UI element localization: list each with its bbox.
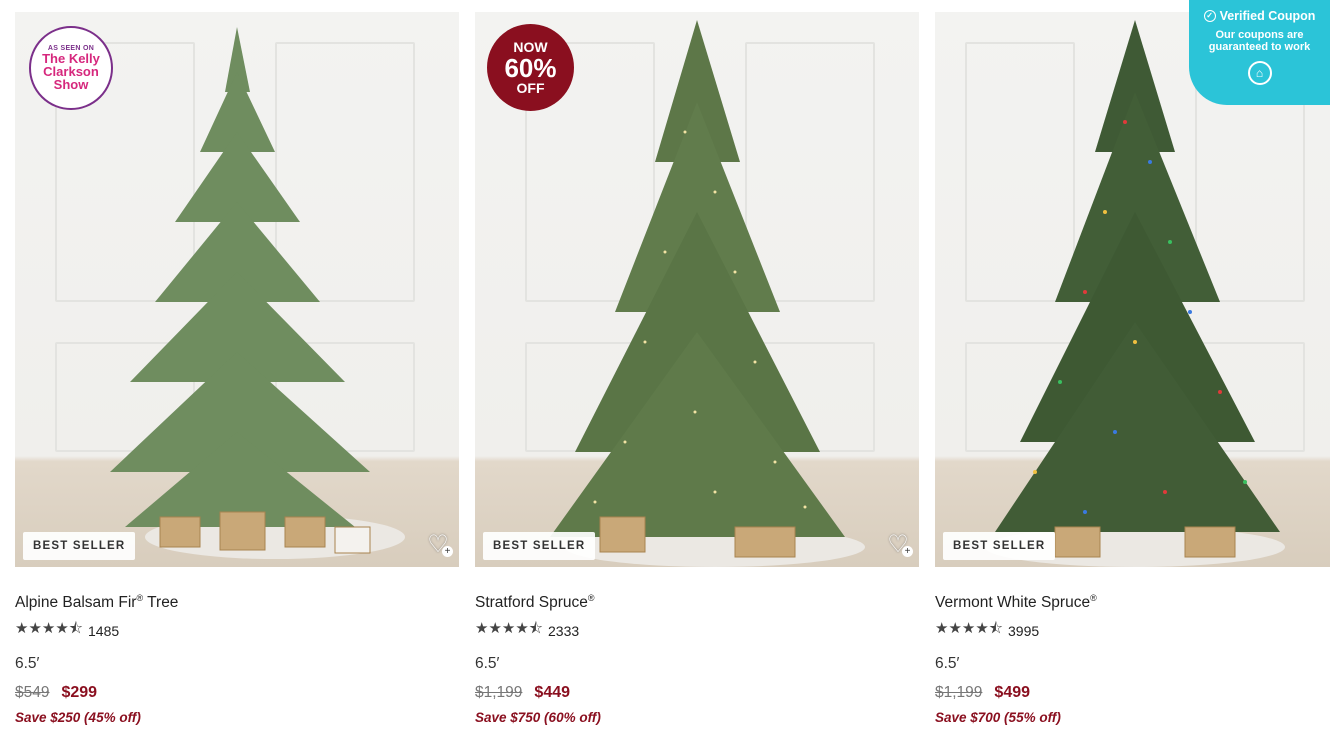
coupon-title-text: Verified Coupon: [1219, 9, 1316, 23]
savings-text: Save $250 (45% off): [15, 710, 141, 726]
product-name-text: Alpine Balsam Fir: [15, 594, 137, 612]
review-count: 1485: [88, 622, 120, 639]
product-card[interactable]: NOW 60% OFF BEST SELLER ♡ + Stratford Sp…: [475, 12, 919, 725]
original-price: $1,199: [475, 684, 523, 702]
original-price: $549: [15, 684, 50, 702]
check-circle-icon: ✓: [1203, 10, 1216, 22]
sale-price: $499: [994, 684, 1031, 702]
price-row: $1,199 $499: [935, 684, 1330, 702]
verified-coupon-badge[interactable]: ✓ Verified Coupon Our coupons are guaran…: [1189, 0, 1330, 105]
seal-line: Show: [53, 77, 89, 92]
star-rating-icon: ★★★★⯪: [475, 620, 543, 638]
rating[interactable]: ★★★★⯪ 1485: [15, 618, 459, 643]
savings-text: Save $750 (60% off): [475, 710, 601, 726]
review-count: 2333: [548, 622, 580, 639]
product-image[interactable]: NOW 60% OFF BEST SELLER ♡ +: [475, 12, 919, 567]
sale-price: $449: [534, 684, 571, 702]
sale-percent-badge: NOW 60% OFF: [487, 24, 574, 111]
price-row: $1,199 $449: [475, 684, 919, 702]
sale-badge-line: OFF: [516, 79, 545, 96]
best-seller-tag: BEST SELLER: [23, 532, 136, 560]
savings-text: Save $700 (55% off): [935, 710, 1061, 726]
rating[interactable]: ★★★★⯪ 3995: [935, 618, 1330, 643]
product-name-suffix: Tree: [143, 594, 179, 612]
best-seller-tag: BEST SELLER: [943, 532, 1056, 560]
sale-price: $299: [61, 684, 98, 702]
star-rating-icon: ★★★★⯪: [15, 620, 83, 638]
tree-height: 6.5′: [475, 655, 500, 673]
coupon-subtitle: Our coupons are guaranteed to work: [1208, 29, 1311, 53]
product-name[interactable]: Alpine Balsam Fir® Tree: [15, 593, 459, 612]
product-name[interactable]: Vermont White Spruce®: [935, 593, 1330, 612]
plus-icon: +: [442, 546, 453, 557]
tree-height: 6.5′: [15, 655, 40, 673]
price-row: $549 $299: [15, 684, 459, 702]
product-name-text: Vermont White Spruce: [935, 594, 1091, 612]
registered-mark: ®: [587, 593, 595, 603]
product-name-text: Stratford Spruce: [475, 594, 588, 612]
rating[interactable]: ★★★★⯪ 2333: [475, 618, 919, 643]
coupon-title: ✓ Verified Coupon: [1189, 9, 1330, 23]
star-rating-icon: ★★★★⯪: [935, 620, 1003, 638]
plus-icon: +: [902, 546, 913, 557]
coupon-logo-icon[interactable]: ⌂: [1247, 61, 1272, 85]
original-price: $1,199: [935, 684, 983, 702]
product-image[interactable]: AS SEEN ON The Kelly Clarkson Show BEST …: [15, 12, 459, 567]
review-count: 3995: [1008, 622, 1040, 639]
registered-mark: ®: [1090, 593, 1097, 603]
sale-badge-percent: 60%: [504, 52, 557, 83]
product-card[interactable]: BEST SELLER Vermont White Spruce® ★★★★⯪ …: [935, 12, 1330, 725]
product-grid: AS SEEN ON The Kelly Clarkson Show BEST …: [15, 12, 1330, 725]
tree-height: 6.5′: [935, 655, 960, 673]
best-seller-tag: BEST SELLER: [483, 532, 596, 560]
product-card[interactable]: AS SEEN ON The Kelly Clarkson Show BEST …: [15, 12, 459, 725]
product-name[interactable]: Stratford Spruce®: [475, 593, 919, 612]
kelly-clarkson-seal: AS SEEN ON The Kelly Clarkson Show: [29, 26, 113, 110]
